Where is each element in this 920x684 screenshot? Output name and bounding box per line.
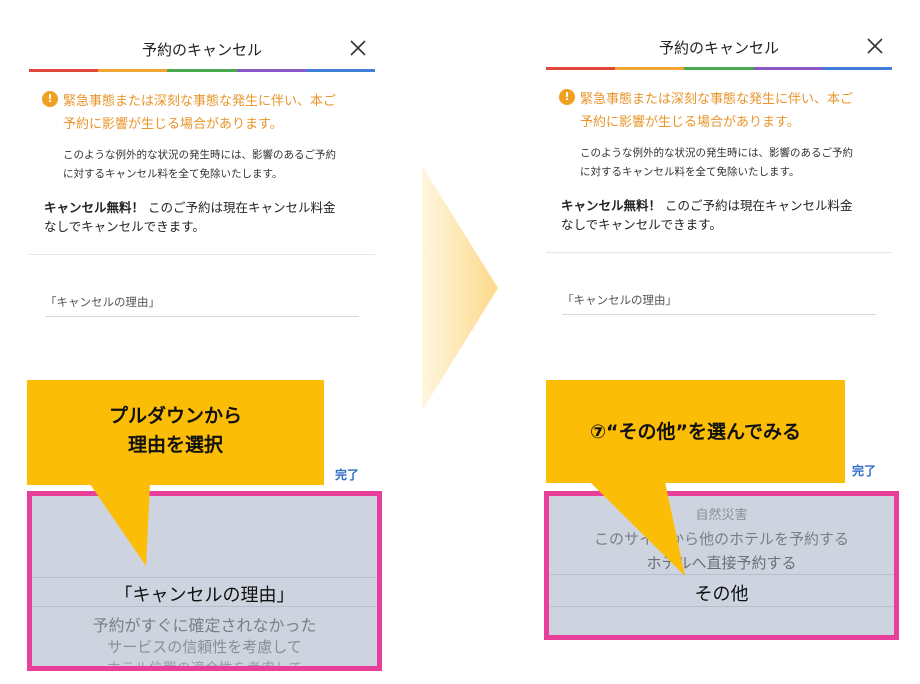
free-cancellation-label: キャンセル無料！ — [44, 200, 145, 215]
warning-icon: ! — [559, 89, 575, 105]
close-icon[interactable] — [349, 39, 367, 57]
callout-tail-left — [90, 484, 150, 566]
done-button[interactable]: 完了 — [852, 462, 876, 479]
alert-title: 緊急事態または深刻な事態な発生に伴い、本ご 予約に影響が生じる場合があります。 — [580, 92, 854, 130]
warning-icon: ! — [42, 91, 58, 107]
alert-box: ! 緊急事態または深刻な事態な発生に伴い、本ご 予約に影響が生じる場合があります… — [546, 70, 892, 182]
free-cancellation-text: キャンセル無料！ このご予約は現在キャンセル料金 なしでキャンセルできます。 — [44, 200, 336, 234]
picker-selection-line-top — [32, 577, 377, 578]
free-cancellation-label: キャンセル無料！ — [561, 198, 662, 213]
picker-selection-line-bottom — [549, 606, 894, 607]
page-title: 予約のキャンセル — [658, 39, 779, 57]
picker-option[interactable]: サービスの信頼性を考慮して — [32, 636, 377, 657]
picker-option[interactable]: 予約がすぐに確定されなかった — [32, 612, 377, 636]
divider — [546, 252, 892, 253]
alert-body: このような例外的な状況の発生時には、影響のあるご予約 に対するキャンセル料を全て… — [580, 147, 853, 178]
arrow-right-icon — [422, 166, 498, 411]
header: 予約のキャンセル — [546, 27, 892, 67]
picker-option[interactable]: ホテル位置の適合性を考慮して — [32, 658, 377, 666]
done-button[interactable]: 完了 — [335, 466, 359, 483]
picker-option-selected[interactable]: 「キャンセルの理由」 — [32, 581, 377, 607]
close-icon[interactable] — [866, 37, 884, 55]
cancel-reason-select[interactable]: 「キャンセルの理由」 — [45, 294, 359, 317]
cancel-reason-select[interactable]: 「キャンセルの理由」 — [562, 292, 876, 315]
header: 予約のキャンセル — [29, 29, 375, 69]
callout-box-right: ⑦“その他”を選んでみる — [546, 380, 845, 483]
free-cancellation-text: キャンセル無料！ このご予約は現在キャンセル料金 なしでキャンセルできます。 — [561, 198, 853, 232]
callout-tail-right — [590, 482, 685, 576]
divider — [29, 254, 375, 255]
alert-title: 緊急事態または深刻な事態な発生に伴い、本ご 予約に影響が生じる場合があります。 — [63, 94, 337, 132]
alert-body: このような例外的な状況の発生時には、影響のあるご予約 に対するキャンセル料を全て… — [63, 149, 336, 180]
alert-box: ! 緊急事態または深刻な事態な発生に伴い、本ご 予約に影響が生じる場合があります… — [29, 72, 375, 184]
page-title: 予約のキャンセル — [141, 41, 262, 59]
picker-option-selected[interactable]: その他 — [549, 580, 894, 606]
callout-box-left: プルダウンから 理由を選択 — [27, 380, 324, 485]
